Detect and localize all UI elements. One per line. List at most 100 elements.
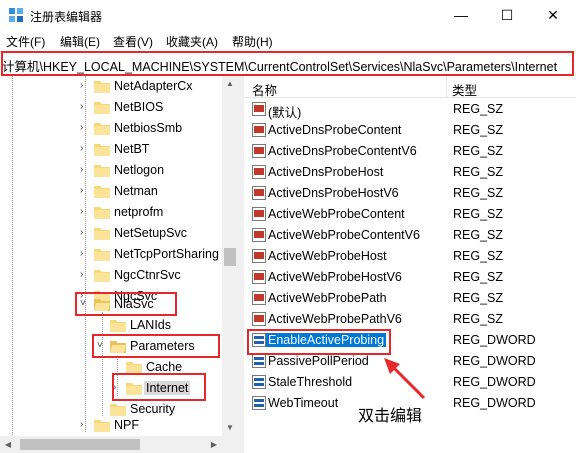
chevron-right-icon[interactable]: › <box>80 206 83 217</box>
menu-file[interactable]: 文件(F) <box>6 33 45 50</box>
tree-horizontal-scrollbar[interactable]: ◀ ▶ <box>0 436 238 453</box>
tree-vertical-scrollbar[interactable]: ▲ ▼ <box>222 76 238 436</box>
list-item[interactable]: ActiveDnsProbeContent REG_SZ <box>244 120 576 141</box>
folder-open-icon <box>110 341 126 353</box>
menu-view[interactable]: 查看(V) <box>113 33 153 50</box>
chevron-right-icon[interactable]: › <box>80 227 83 238</box>
string-value-icon <box>252 207 266 221</box>
value-type: REG_SZ <box>453 102 504 116</box>
menu-help[interactable]: 帮助(H) <box>232 33 273 50</box>
tree-item-netman[interactable]: › Netman <box>0 181 222 202</box>
column-header-type[interactable]: 类型 <box>452 80 477 99</box>
scroll-down-icon[interactable]: ▼ <box>222 420 238 436</box>
chevron-right-icon[interactable]: › <box>113 382 116 393</box>
tree-item-lanids[interactable]: LANIds <box>0 315 222 336</box>
list-item[interactable]: ActiveWebProbePathV6 REG_SZ <box>244 309 576 330</box>
folder-icon <box>94 102 110 114</box>
list-item[interactable]: EnableActiveProbing REG_DWORD <box>244 330 576 351</box>
chevron-right-icon[interactable]: › <box>80 248 83 259</box>
value-name: ActiveWebProbeContent <box>268 207 405 221</box>
menu-favorites[interactable]: 收藏夹(A) <box>166 33 218 50</box>
chevron-down-icon[interactable]: ˅ <box>97 340 103 351</box>
tree-item-label: netprofm <box>114 205 164 219</box>
scroll-right-icon[interactable]: ▶ <box>206 436 222 453</box>
folder-icon <box>110 404 126 416</box>
list-item[interactable]: ActiveWebProbeHost REG_SZ <box>244 246 576 267</box>
value-name: EnableActiveProbing <box>266 333 387 347</box>
tree-item-netadaptercx[interactable]: › NetAdapterCx <box>0 76 222 97</box>
tree-item-label: NetTcpPortSharing <box>114 247 219 261</box>
tree-item-nlasvc[interactable]: ˅ NlaSvc <box>0 294 222 315</box>
tree-item-cache[interactable]: Cache <box>0 357 222 378</box>
tree-item-label: NPF <box>114 418 139 432</box>
chevron-right-icon[interactable]: › <box>80 185 83 196</box>
tree-item-label: Netman <box>114 184 158 198</box>
address-bar[interactable]: 计算机\HKEY_LOCAL_MACHINE\SYSTEM\CurrentCon… <box>0 51 576 75</box>
folder-icon <box>94 144 110 156</box>
column-header-name[interactable]: 名称 <box>252 80 277 99</box>
tree-item-label: NgcCtnrSvc <box>114 268 181 282</box>
value-type: REG_DWORD <box>453 375 536 389</box>
tree-item-netbiossmb[interactable]: › NetbiosSmb <box>0 118 222 139</box>
binary-value-icon <box>252 354 266 368</box>
list-item[interactable]: ActiveDnsProbeContentV6 REG_SZ <box>244 141 576 162</box>
tree-item-netlogon[interactable]: › Netlogon <box>0 160 222 181</box>
value-name: ActiveWebProbeHostV6 <box>268 270 402 284</box>
tree-item-netbios[interactable]: › NetBIOS <box>0 97 222 118</box>
tree-item-ngcctnrsvc[interactable]: › NgcCtnrSvc <box>0 265 222 286</box>
minimize-button[interactable]: — <box>438 0 484 30</box>
value-type: REG_SZ <box>453 165 504 179</box>
value-name: ActiveDnsProbeContentV6 <box>268 144 417 158</box>
string-value-icon <box>252 102 266 116</box>
chevron-right-icon[interactable]: › <box>80 80 83 91</box>
tree-item-npf[interactable]: › NPF <box>0 415 222 436</box>
tree-item-label: NetBIOS <box>114 100 164 114</box>
tree-item-internet[interactable]: › Internet <box>0 378 222 399</box>
tree-item-label: NlaSvc <box>114 297 154 311</box>
list-item[interactable]: ActiveWebProbeContent REG_SZ <box>244 204 576 225</box>
list-item[interactable]: ActiveWebProbeHostV6 REG_SZ <box>244 267 576 288</box>
title-bar: 注册表编辑器 — ☐ ✕ <box>0 0 576 30</box>
value-name: ActiveWebProbePathV6 <box>268 312 402 326</box>
menu-bar: 文件(F) 编辑(E) 查看(V) 收藏夹(A) 帮助(H) <box>0 30 576 50</box>
chevron-right-icon[interactable]: › <box>80 269 83 280</box>
list-item[interactable]: ActiveDnsProbeHost REG_SZ <box>244 162 576 183</box>
value-name: ActiveDnsProbeContent <box>268 123 402 137</box>
scroll-left-icon[interactable]: ◀ <box>0 436 16 453</box>
tree-item-netbt[interactable]: › NetBT <box>0 139 222 160</box>
scroll-thumb[interactable] <box>224 248 236 266</box>
value-name: WebTimeout <box>268 396 339 410</box>
chevron-right-icon[interactable]: › <box>80 143 83 154</box>
string-value-icon <box>252 312 266 326</box>
chevron-right-icon[interactable]: › <box>80 101 83 112</box>
registry-editor-icon <box>9 8 23 22</box>
minimize-icon: — <box>454 7 468 23</box>
tree-pane[interactable]: › NetAdapterCx › NetBIOS › NetbiosSmb › … <box>0 76 238 453</box>
chevron-down-icon[interactable]: ˅ <box>80 298 86 309</box>
tree-item-netsetupsvc[interactable]: › NetSetupSvc <box>0 223 222 244</box>
menu-edit[interactable]: 编辑(E) <box>60 33 100 50</box>
column-divider[interactable] <box>446 76 447 98</box>
close-button[interactable]: ✕ <box>530 0 576 30</box>
close-icon: ✕ <box>547 6 559 23</box>
scroll-up-icon[interactable]: ▲ <box>222 76 238 92</box>
list-item[interactable]: (默认) REG_SZ <box>244 99 576 120</box>
maximize-button[interactable]: ☐ <box>484 0 530 30</box>
folder-icon <box>94 186 110 198</box>
tree-item-label: LANIds <box>130 318 171 332</box>
string-value-icon <box>252 228 266 242</box>
scroll-thumb[interactable] <box>20 439 140 450</box>
tree-item-parameters[interactable]: ˅ Parameters <box>0 336 222 357</box>
chevron-right-icon[interactable]: › <box>80 164 83 175</box>
folder-icon <box>94 207 110 219</box>
tree-item-netprofm[interactable]: › netprofm <box>0 202 222 223</box>
tree-item-nettcpportsharing[interactable]: › NetTcpPortSharing <box>0 244 222 265</box>
value-type: REG_SZ <box>453 291 504 305</box>
list-item[interactable]: ActiveDnsProbeHostV6 REG_SZ <box>244 183 576 204</box>
list-item[interactable]: ActiveWebProbeContentV6 REG_SZ <box>244 225 576 246</box>
address-path: 计算机\HKEY_LOCAL_MACHINE\SYSTEM\CurrentCon… <box>2 60 558 74</box>
chevron-right-icon[interactable]: › <box>80 122 83 133</box>
chevron-right-icon[interactable]: › <box>80 419 83 430</box>
list-item[interactable]: ActiveWebProbePath REG_SZ <box>244 288 576 309</box>
value-name: ActiveWebProbeHost <box>268 249 387 263</box>
